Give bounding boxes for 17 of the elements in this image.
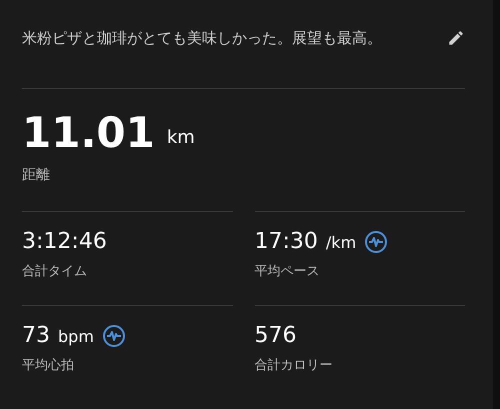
edit-icon[interactable]: [447, 29, 465, 47]
stat-label: 平均心拍: [22, 357, 75, 375]
distance-unit: km: [166, 126, 195, 150]
stat-label: 平均ペース: [254, 263, 320, 281]
stat-unit: bpm: [58, 326, 94, 348]
stat-value: 73: [22, 322, 50, 350]
distance-value: 11.01: [22, 111, 155, 155]
stat-label: 合計カロリー: [254, 357, 334, 375]
waveform-badge-icon: [364, 230, 388, 254]
stat-label: 合計タイム: [22, 263, 88, 281]
stat-value: 17:30: [254, 228, 318, 256]
waveform-badge-icon: [102, 324, 126, 348]
stat-value: 3:12:46: [22, 228, 107, 256]
activity-note: 米粉ピザと珈琲がとても美味しかった。展望も最高。: [22, 28, 382, 49]
distance-label: 距離: [22, 166, 51, 185]
stat-value: 576: [254, 322, 296, 350]
stat-unit: /km: [326, 232, 356, 254]
